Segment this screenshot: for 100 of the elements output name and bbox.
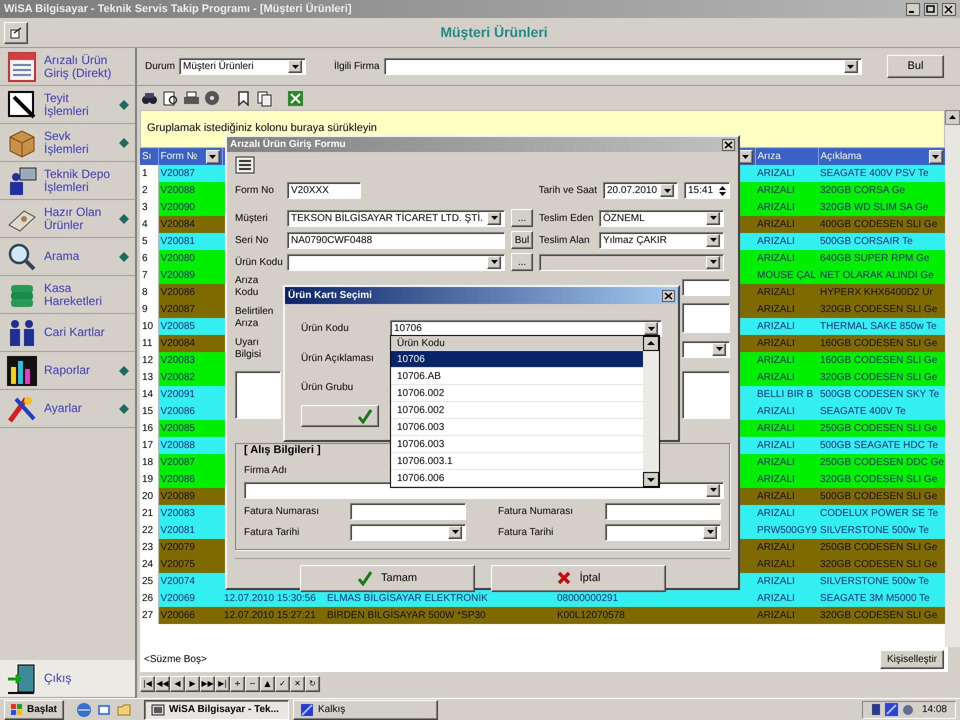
navigator-button[interactable]: ▶▶ (200, 676, 215, 692)
navigator-button[interactable]: ✓ (275, 676, 290, 692)
diamond-icon[interactable] (119, 100, 129, 110)
sidebar-item[interactable]: Teknik Depo İşlemleri (44, 168, 129, 194)
page-search-icon[interactable] (162, 90, 179, 106)
list-icon[interactable] (235, 156, 255, 174)
notes-field[interactable] (682, 371, 730, 419)
filter-icon[interactable] (932, 154, 939, 158)
form-no-field[interactable]: V20XXX (287, 182, 361, 199)
list-item[interactable]: 10706.006 (391, 470, 643, 487)
company-combo[interactable] (384, 58, 862, 75)
navigator-button[interactable]: + (230, 676, 245, 692)
device-icon[interactable] (870, 703, 881, 716)
navigator-button[interactable]: |◀ (140, 676, 155, 692)
navigator-button[interactable]: ▲ (260, 676, 275, 692)
serial-field[interactable]: NA0790CWF0488 (287, 232, 505, 248)
diamond-icon[interactable] (119, 252, 129, 262)
taskbar-button[interactable]: WiSA Bilgisayar - Tek... (144, 700, 290, 720)
dropdown-arrow-icon[interactable] (648, 326, 654, 330)
list-item[interactable]: 10706.003.1 (391, 453, 643, 470)
diamond-icon[interactable] (119, 366, 129, 376)
filter-icon[interactable] (209, 154, 216, 158)
product-name-combo[interactable] (539, 254, 724, 270)
date-field[interactable]: 20.07.2010 (603, 182, 678, 199)
sidebar-item[interactable]: Hazır Olan Ürünler (44, 206, 113, 232)
sidebar-item[interactable]: Arama (44, 250, 113, 263)
close-icon[interactable] (722, 138, 735, 150)
fault-code-field[interactable] (682, 278, 730, 296)
sidebar-item[interactable]: Raporlar (44, 364, 113, 377)
cancel-button[interactable]: İptal (490, 564, 666, 592)
invoice-date-combo[interactable] (605, 524, 721, 540)
navigator-button[interactable]: ◀ (170, 676, 185, 692)
ok-button[interactable]: Tamam (300, 564, 474, 592)
column-header[interactable]: Form № (158, 148, 222, 165)
sidebar-item[interactable]: Cari Kartlar (44, 326, 129, 339)
start-button[interactable]: Başlat (4, 700, 64, 720)
restore-icon[interactable] (924, 2, 938, 16)
documents-icon[interactable] (256, 90, 273, 106)
stated-fault-field[interactable] (682, 303, 730, 333)
navigator-button[interactable]: ▶ (185, 676, 200, 692)
invoice-date-combo[interactable] (350, 524, 466, 540)
tray-icon[interactable] (902, 704, 914, 716)
navigator-button[interactable]: ✕ (290, 676, 305, 692)
warning-combo[interactable] (682, 340, 730, 358)
browser-icon[interactable] (76, 702, 92, 718)
find-button[interactable]: Bul (887, 55, 944, 78)
scrollbar[interactable] (643, 336, 659, 487)
navigator-button[interactable]: ↻ (305, 676, 320, 692)
navigator-button[interactable]: − (245, 676, 260, 692)
scroll-up-icon[interactable] (945, 110, 960, 125)
diamond-icon[interactable] (119, 214, 129, 224)
column-header[interactable]: Sı (140, 148, 158, 165)
spinner-icon[interactable] (719, 184, 726, 196)
product-code-combo[interactable] (287, 254, 505, 270)
dropdown-arrow-icon[interactable] (490, 216, 498, 220)
dropdown-arrow-icon[interactable] (710, 260, 716, 264)
close-icon[interactable] (942, 2, 956, 16)
notes-field[interactable] (235, 371, 281, 419)
delivered-by-combo[interactable]: ÖZNEML (599, 210, 724, 226)
dropdown-arrow-icon[interactable] (710, 238, 716, 242)
dropdown-arrow-icon[interactable] (847, 64, 854, 68)
invoice-number-field[interactable] (350, 502, 466, 520)
dropdown-arrow-icon[interactable] (490, 260, 498, 264)
sidebar-item[interactable]: Teyit İşlemleri (44, 92, 113, 118)
list-item[interactable]: 10706 (391, 351, 643, 368)
close-icon[interactable] (662, 290, 675, 302)
taskbar-button[interactable]: Kalkış (293, 700, 438, 720)
list-item[interactable]: 10706.AB (391, 368, 643, 385)
status-combo[interactable]: Müşteri Ürünleri (179, 58, 306, 75)
dropdown-arrow-icon[interactable] (664, 188, 670, 192)
received-by-combo[interactable]: Yılmaz ÇAKIR (599, 232, 724, 248)
network-icon[interactable] (884, 703, 898, 716)
column-header[interactable]: Arıza (755, 148, 818, 165)
column-header[interactable]: Açıklama (818, 148, 945, 165)
browse-button[interactable]: ... (511, 209, 533, 227)
customize-button[interactable]: Kişiselleştir (880, 650, 944, 669)
diamond-icon[interactable] (119, 404, 129, 414)
list-item[interactable]: 10706.002 (391, 402, 643, 419)
printer-icon[interactable] (183, 90, 200, 106)
dropdown-arrow-icon[interactable] (706, 530, 714, 534)
disc-icon[interactable] (204, 90, 221, 106)
list-item[interactable]: 10706.003 (391, 436, 643, 453)
spreadsheet-icon[interactable] (287, 90, 304, 106)
minimize-icon[interactable] (906, 2, 920, 16)
scroll-up-icon[interactable] (643, 336, 659, 351)
back-button[interactable] (4, 22, 28, 44)
select-button[interactable] (301, 405, 379, 427)
list-item[interactable]: 10706.002 (391, 385, 643, 402)
diamond-icon[interactable] (119, 138, 129, 148)
browse-button[interactable]: ... (511, 253, 533, 271)
dropdown-arrow-icon[interactable] (716, 347, 722, 351)
sidebar-item[interactable]: Kasa Hareketleri (44, 282, 129, 308)
navigator-button[interactable]: ◀◀ (155, 676, 170, 692)
dropdown-arrow-icon[interactable] (710, 216, 716, 220)
filter-icon[interactable] (742, 154, 749, 158)
scroll-down-icon[interactable] (643, 472, 659, 487)
sidebar-item[interactable]: Ayarlar (44, 402, 113, 415)
dropdown-arrow-icon[interactable] (452, 530, 458, 534)
time-field[interactable]: 15:41 (684, 182, 730, 199)
sidebar-item[interactable]: Sevk İşlemleri (44, 130, 113, 156)
